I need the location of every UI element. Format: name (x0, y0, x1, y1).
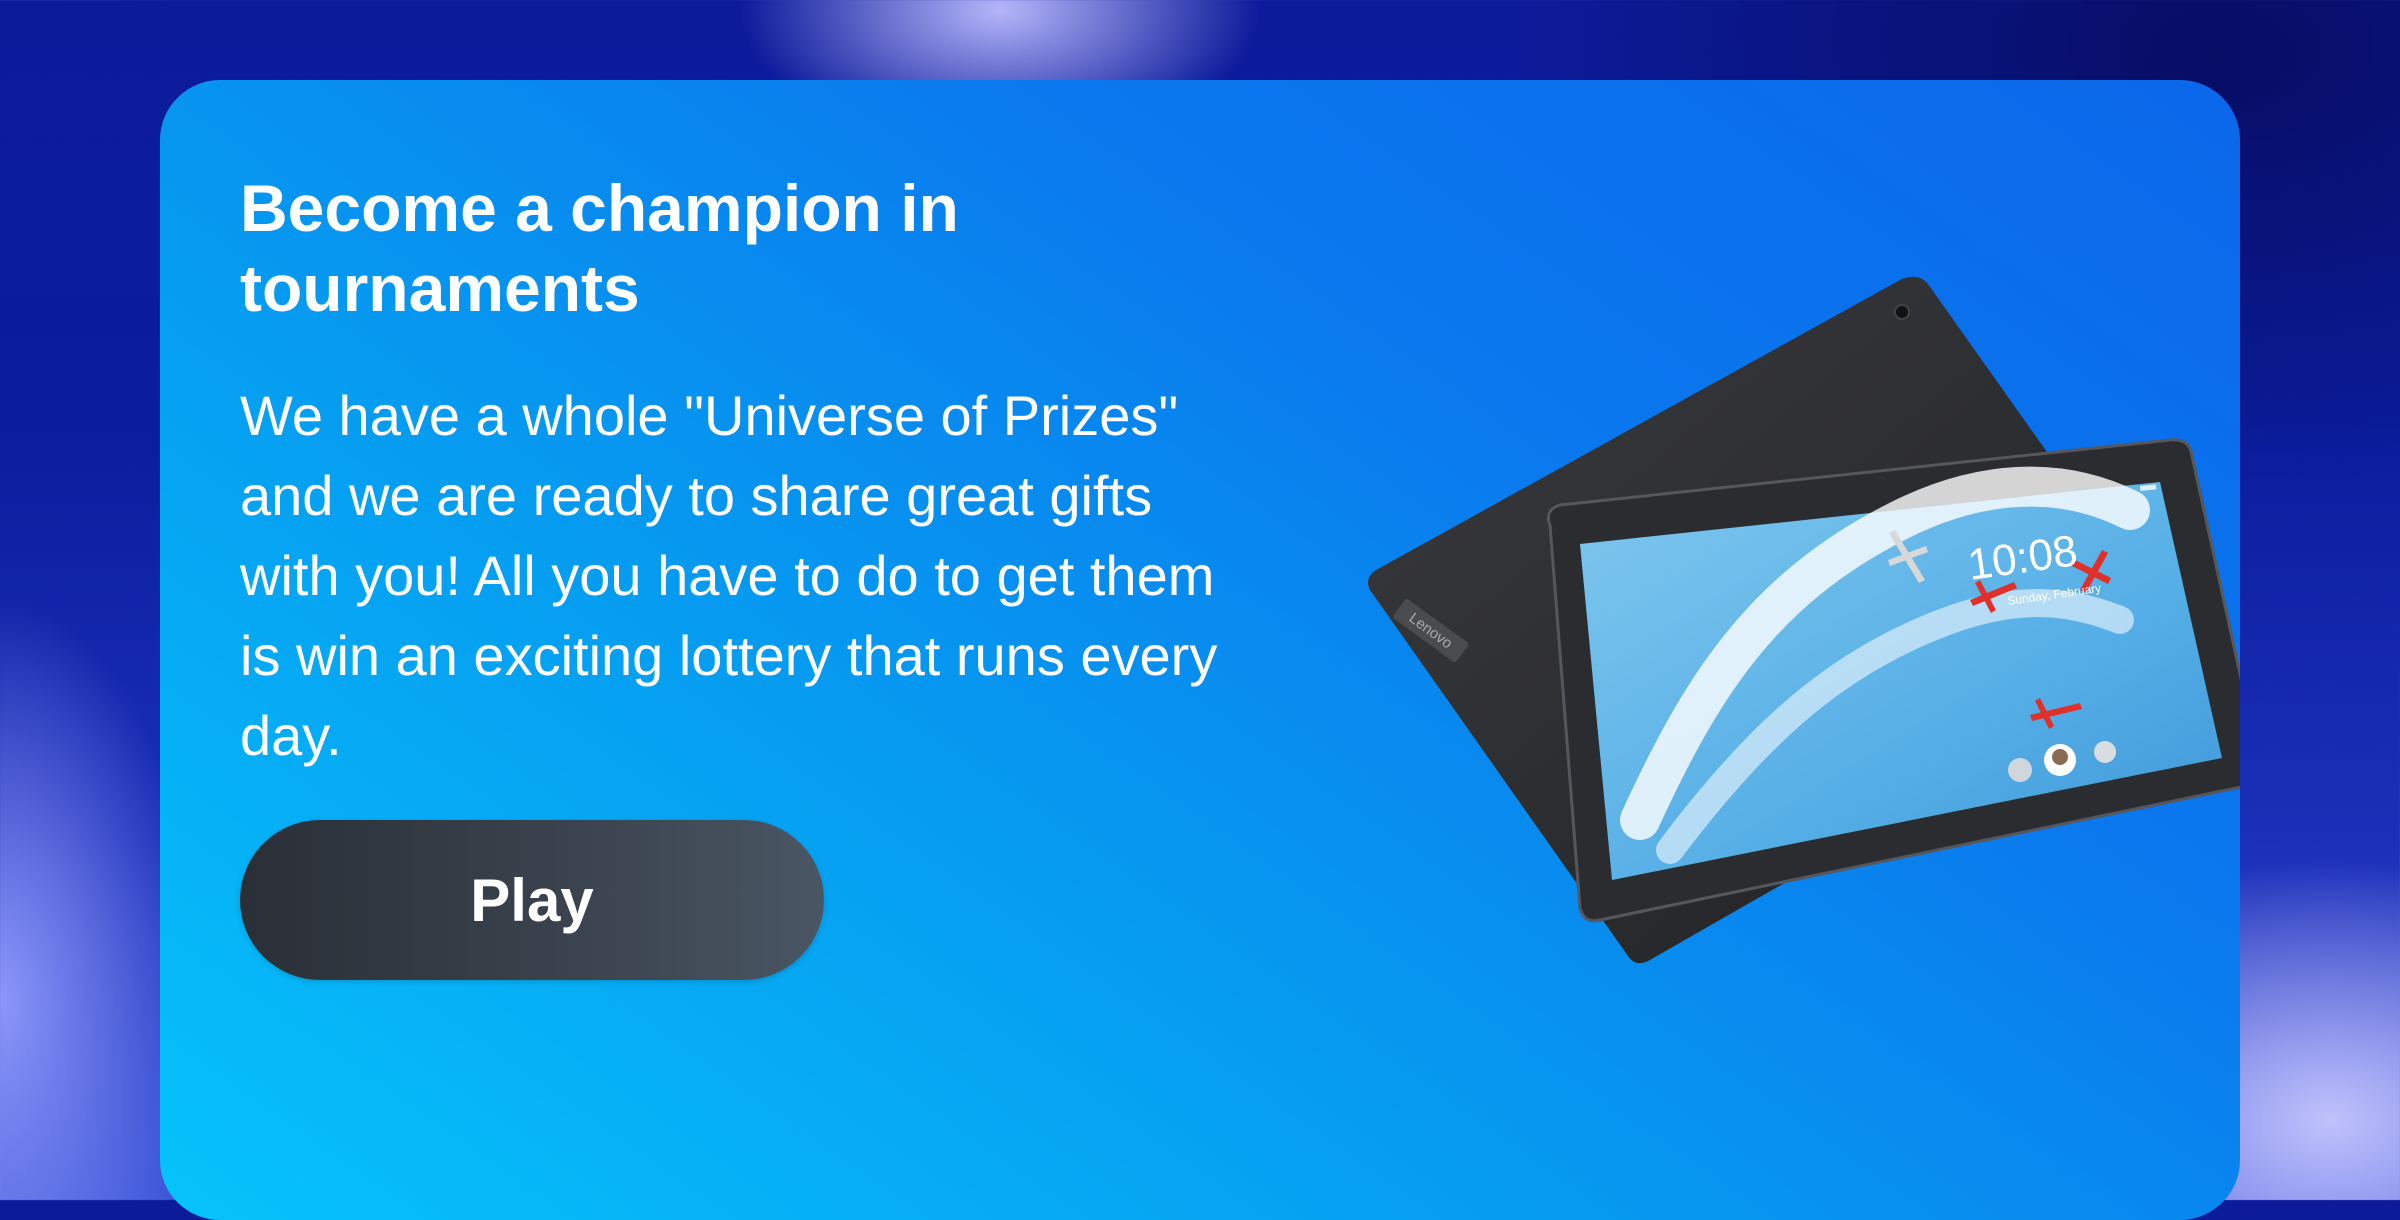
avatar-icon (2008, 758, 2032, 782)
promo-description: We have a whole "Universe of Prizes" and… (240, 384, 1218, 767)
promo-title: Become a champion in tournaments (240, 171, 959, 325)
play-button[interactable]: Play (240, 820, 824, 980)
tablet-image: Lenovo 10:08 Sunday, February (1340, 260, 2240, 980)
avatar-icon (2094, 741, 2116, 763)
promo-card: Become a champion in tournaments We have… (160, 80, 2240, 1220)
